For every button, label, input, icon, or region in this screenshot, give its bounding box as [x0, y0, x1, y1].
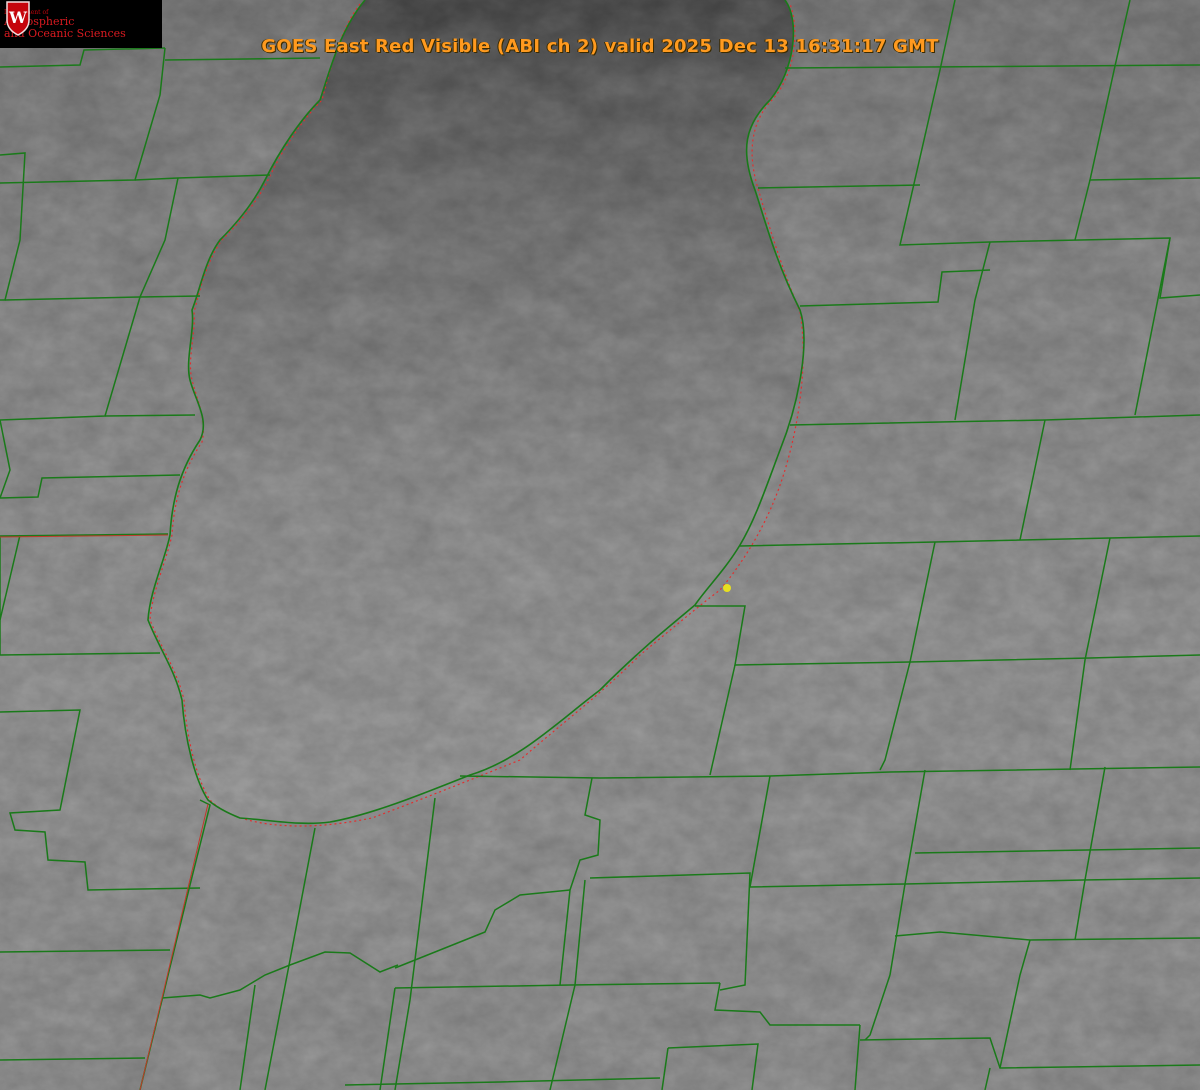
- satellite-map: W Department of Atmospheric and Oceanic …: [0, 0, 1200, 1090]
- map-layer: [0, 0, 1200, 1090]
- image-title: GOES East Red Visible (ABI ch 2) valid 2…: [261, 36, 939, 57]
- location-marker-icon: [723, 584, 731, 592]
- university-crest-icon: W: [6, 1, 30, 36]
- crest-letter: W: [8, 8, 28, 27]
